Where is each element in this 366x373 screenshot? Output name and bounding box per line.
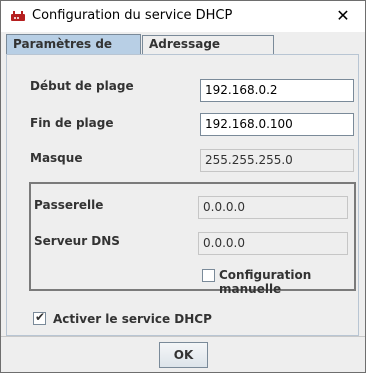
window-title: Configuration du service DHCP — [32, 8, 233, 23]
router-icon — [10, 9, 26, 23]
separator — [1, 336, 365, 337]
close-icon[interactable]: ✕ — [321, 1, 365, 32]
enable-dhcp-label[interactable]: Activer le service DHCP — [53, 312, 212, 326]
mask-field: 255.255.255.0 — [200, 149, 354, 172]
mask-label: Masque — [30, 151, 83, 165]
enable-dhcp-checkbox[interactable]: ✔ — [33, 310, 46, 325]
tab-basic-settings[interactable]: Paramètres de base — [6, 34, 141, 69]
dhcp-config-dialog: Configuration du service DHCP ✕ Paramètr… — [0, 0, 366, 373]
dns-field: 0.0.0.0 — [198, 232, 348, 255]
start-range-input[interactable]: 192.168.0.2 — [200, 79, 354, 102]
checkmark-icon: ✔ — [35, 310, 46, 324]
ok-button[interactable]: OK — [159, 342, 208, 368]
start-range-label: Début de plage — [30, 79, 134, 93]
title-bar: Configuration du service DHCP ✕ — [1, 1, 365, 32]
dns-gateway-group: Passerelle 0.0.0.0 Serveur DNS 0.0.0.0 C… — [29, 182, 356, 296]
manual-config-label[interactable]: Configuration manuelle — [219, 268, 354, 296]
gateway-field: 0.0.0.0 — [198, 196, 348, 219]
gateway-label: Passerelle — [34, 198, 104, 212]
tab-static-addressing[interactable]: Adressage statique — [142, 35, 274, 67]
manual-config-checkbox[interactable] — [202, 269, 215, 282]
end-range-input[interactable]: 192.168.0.100 — [200, 113, 354, 136]
dns-label: Serveur DNS — [34, 234, 120, 248]
end-range-label: Fin de plage — [30, 116, 114, 130]
